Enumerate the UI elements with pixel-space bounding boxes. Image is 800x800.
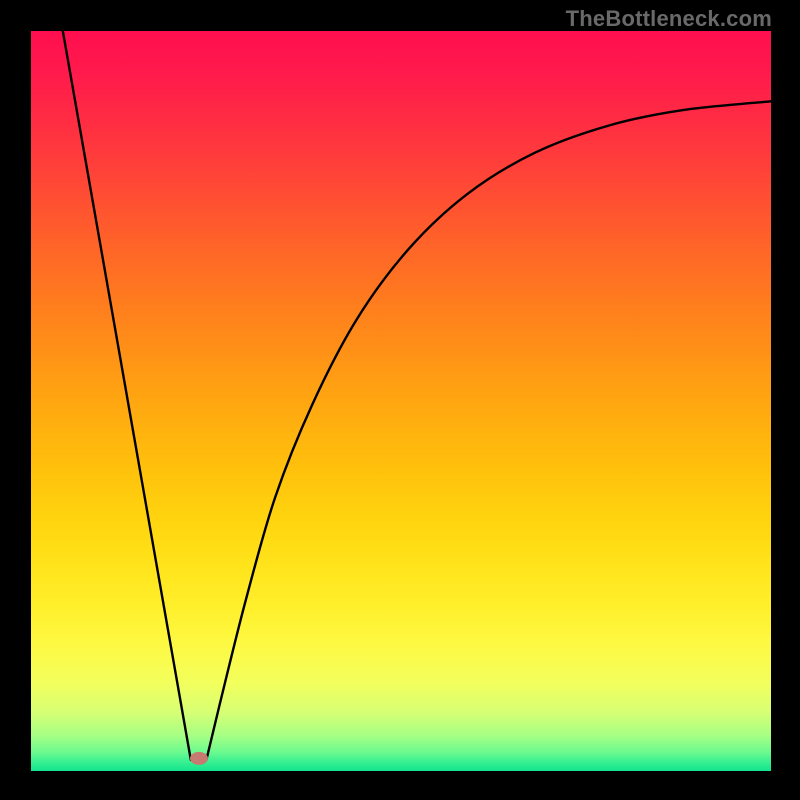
minimum-marker: [190, 752, 208, 765]
chart-svg: [31, 31, 771, 771]
gradient-background: [31, 31, 771, 771]
watermark-text: TheBottleneck.com: [566, 6, 772, 32]
